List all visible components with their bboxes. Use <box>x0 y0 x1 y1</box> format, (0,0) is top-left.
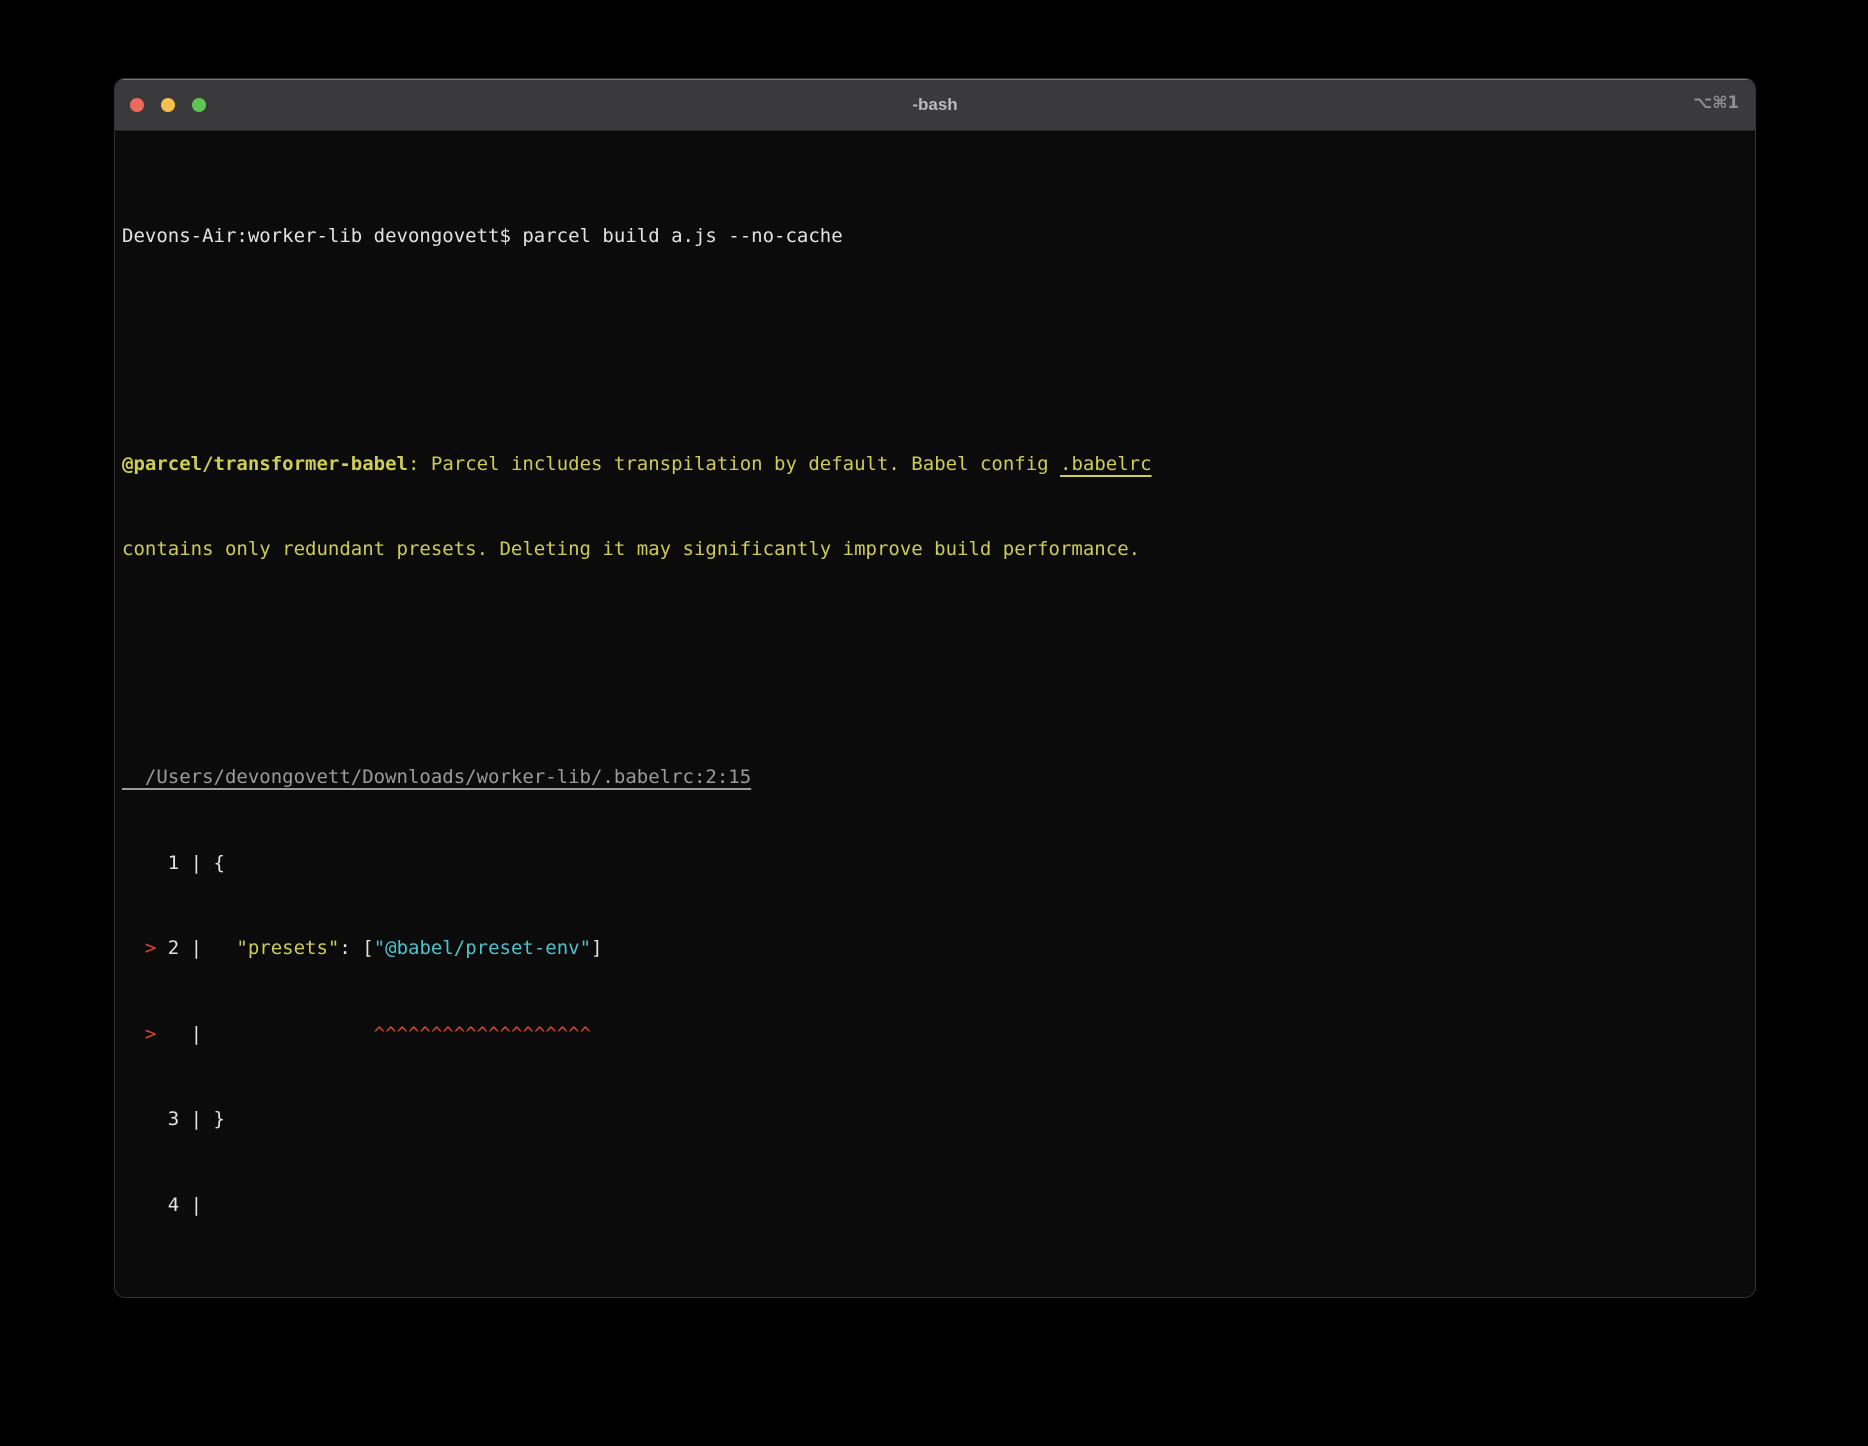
json-string: "@babel/preset-env" <box>374 937 591 959</box>
blank-line <box>122 336 1748 365</box>
file-path-link[interactable]: /Users/devongovett/Downloads/worker-lib/… <box>122 766 751 788</box>
terminal-content[interactable]: Devons-Air:worker-lib devongovett$ parce… <box>115 131 1755 1298</box>
codeframe1-carets: > | ^^^^^^^^^^^^^^^^^^^ <box>122 1020 1748 1049</box>
punctuation: : [ <box>339 937 373 959</box>
prompt-command-line: Devons-Air:worker-lib devongovett$ parce… <box>122 222 1748 251</box>
terminal-window: -bash ⌥⌘1 Devons-Air:worker-lib devongov… <box>114 78 1756 1298</box>
codeframe1-path: /Users/devongovett/Downloads/worker-lib/… <box>122 763 1748 792</box>
code-line: 1 | { <box>122 852 225 874</box>
json-key: "presets" <box>236 937 339 959</box>
command-text: Devons-Air:worker-lib devongovett$ parce… <box>122 225 843 247</box>
warning1-line1: @parcel/transformer-babel: Parcel includ… <box>122 450 1748 479</box>
separator: : <box>408 453 431 475</box>
marker: > <box>122 1023 168 1045</box>
window-title: -bash <box>115 95 1755 115</box>
punctuation: ] <box>591 937 602 959</box>
warning-text: Parcel includes transpilation by default… <box>431 453 1060 475</box>
codeframe1-line4: 4 | <box>122 1191 1748 1220</box>
titlebar[interactable]: -bash ⌥⌘1 <box>115 79 1755 131</box>
marker: > <box>122 937 168 959</box>
gutter: 2 | <box>168 937 237 959</box>
codeframe1-line1: 1 | { <box>122 849 1748 878</box>
code-line: 4 | <box>122 1194 202 1216</box>
code-line: 3 | } <box>122 1108 225 1130</box>
caret-underline: ^^^^^^^^^^^^^^^^^^^ <box>374 1023 591 1045</box>
codeframe1-line3: 3 | } <box>122 1105 1748 1134</box>
tab-shortcut-badge: ⌥⌘1 <box>1693 93 1739 112</box>
gutter: | <box>168 1023 374 1045</box>
codeframe1-line2: > 2 | "presets": ["@babel/preset-env"] <box>122 934 1748 963</box>
babelrc-link[interactable]: .babelrc <box>1060 453 1152 475</box>
plugin-name: @parcel/transformer-babel <box>122 453 408 475</box>
warning-text: contains only redundant presets. Deletin… <box>122 538 1140 560</box>
blank-line <box>122 649 1748 678</box>
warning1-line2: contains only redundant presets. Deletin… <box>122 535 1748 564</box>
